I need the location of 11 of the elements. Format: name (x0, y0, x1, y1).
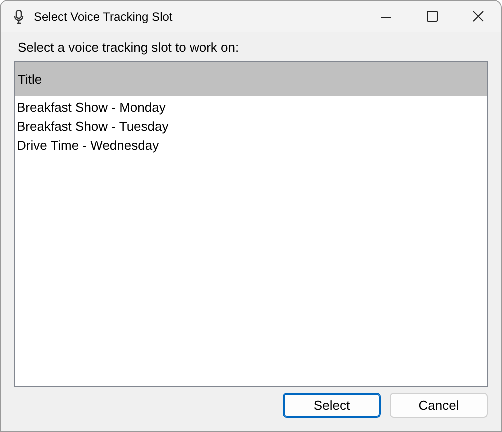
list-item[interactable]: Drive Time - Wednesday (15, 136, 487, 155)
default-button[interactable]: Select (283, 393, 381, 418)
maximize-icon (426, 11, 438, 22)
list-item[interactable]: Breakfast Show - Monday (15, 98, 487, 117)
dialog-button[interactable]: Cancel (390, 393, 488, 418)
column-title: Title (18, 72, 42, 86)
prompt-text: Select a voice tracking slot to work on: (18, 40, 240, 55)
microphone-icon (14, 10, 24, 24)
close-icon (472, 11, 484, 22)
list-item[interactable]: Breakfast Show - Tuesday (15, 117, 487, 136)
window-title: Select Voice Tracking Slot (34, 10, 174, 24)
